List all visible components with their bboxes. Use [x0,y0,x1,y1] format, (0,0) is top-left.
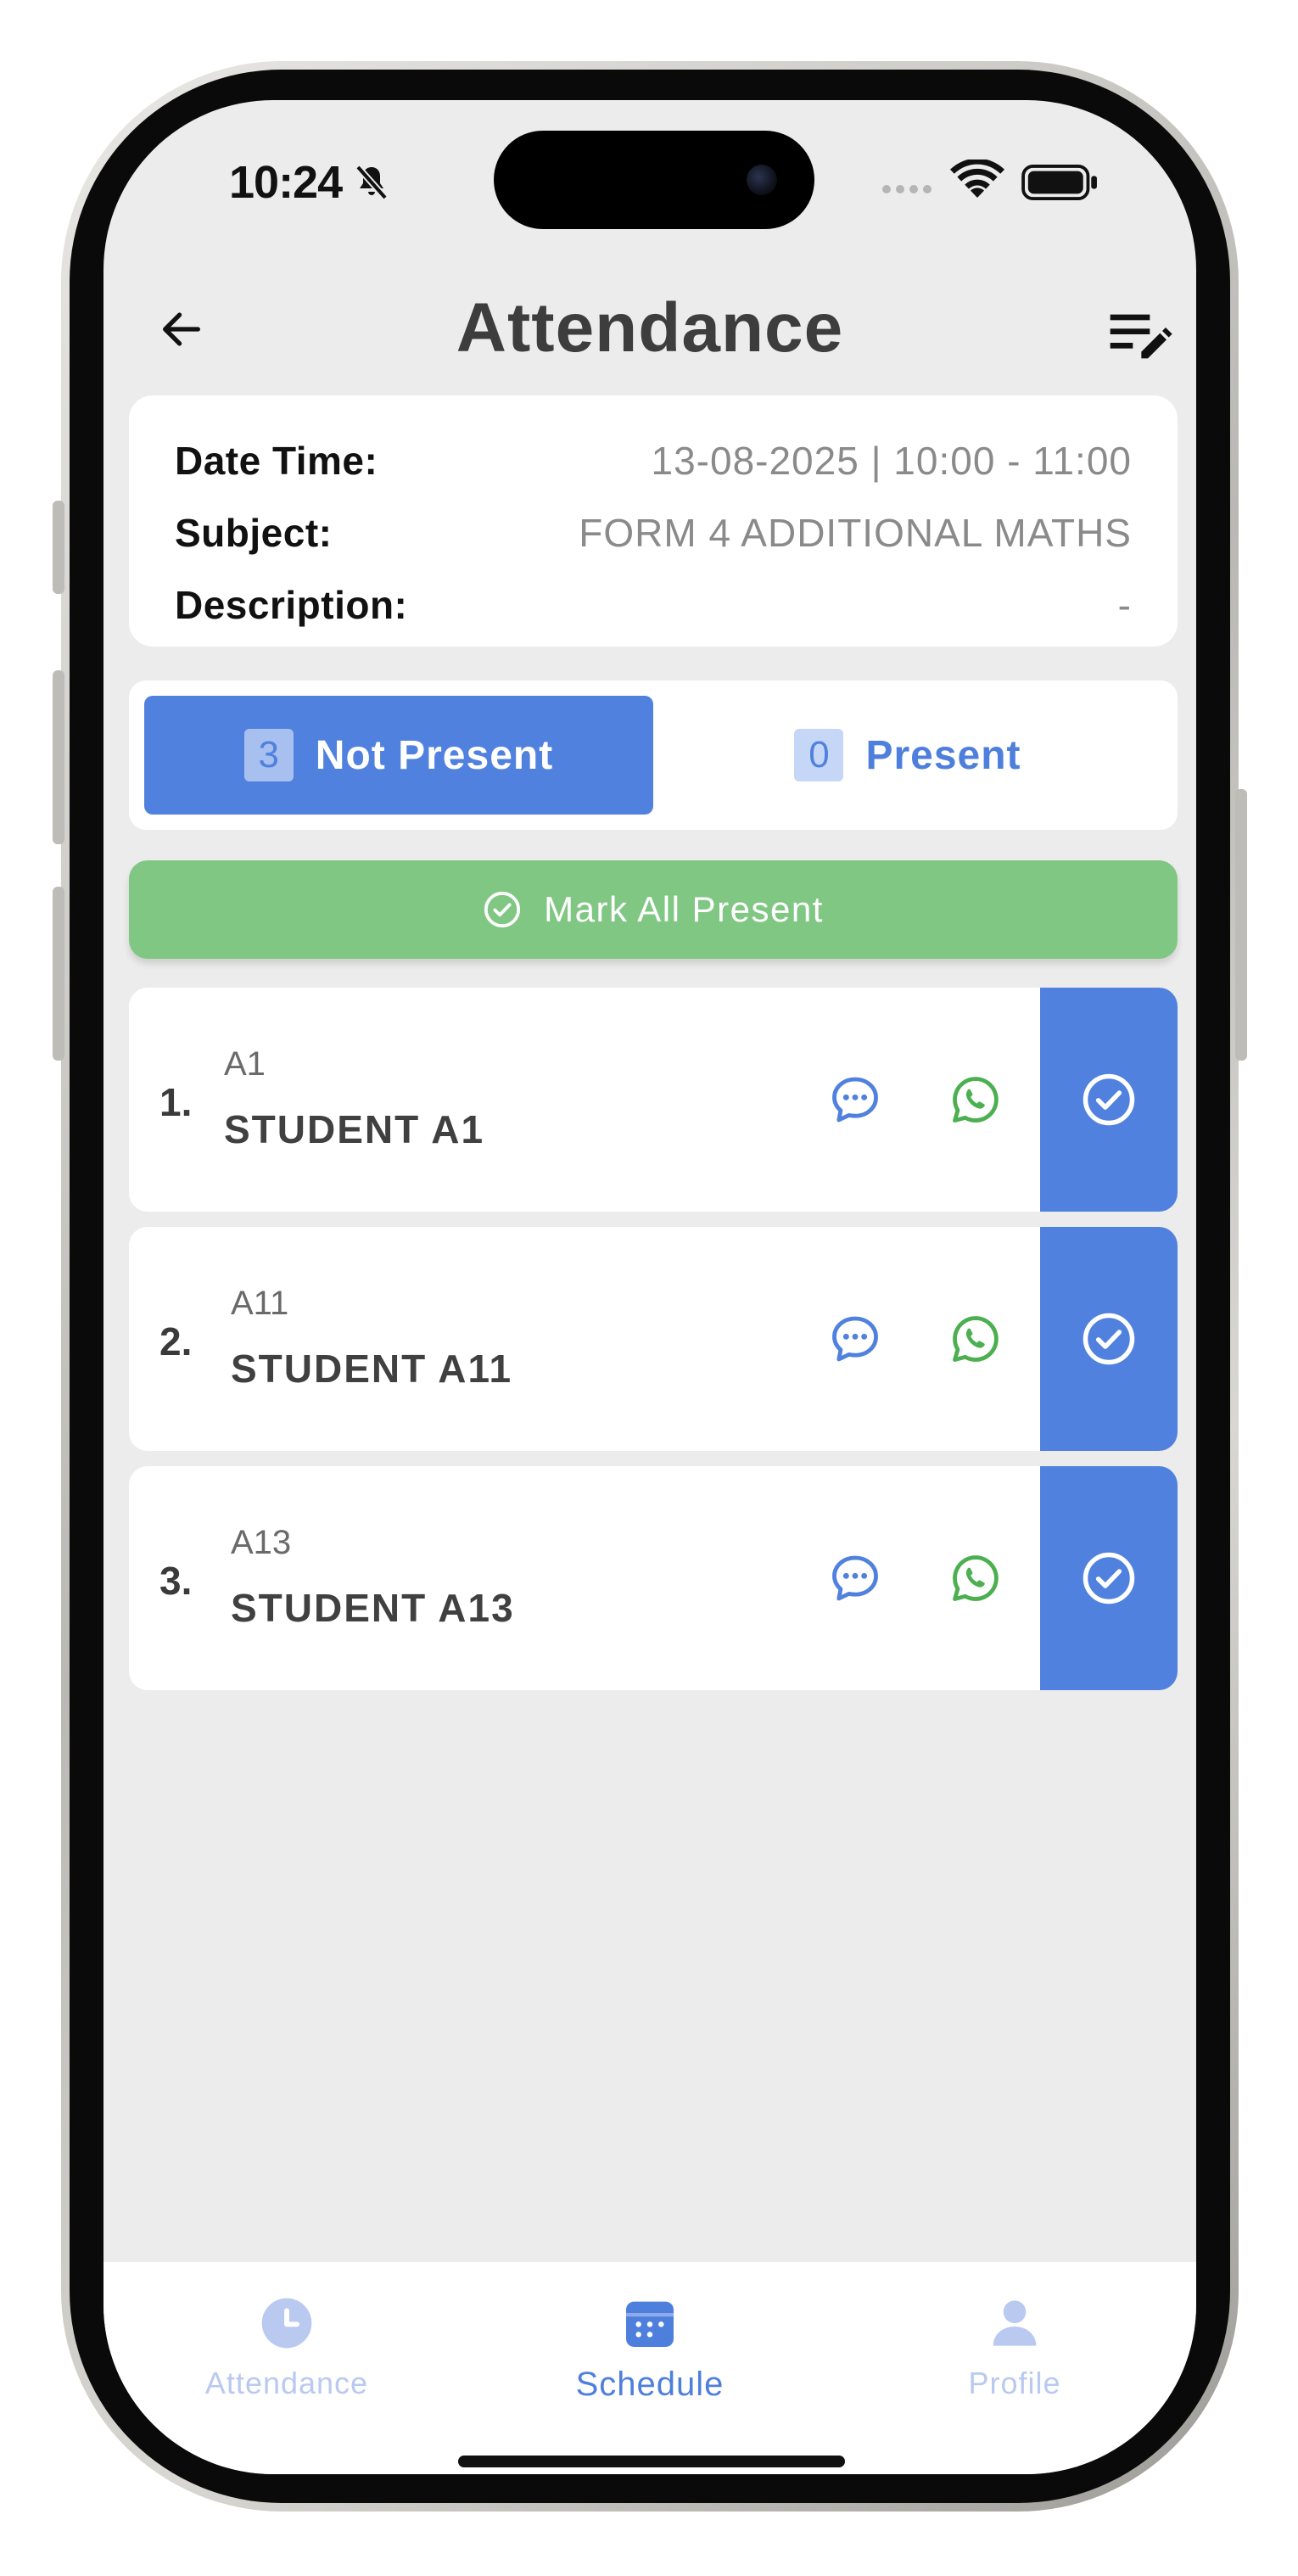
nav-item-profile[interactable]: Profile [887,2296,1142,2401]
volume-up-button [53,670,64,844]
tab-label: Present [865,732,1021,778]
student-index: 1. [159,1080,193,1124]
info-row-description: Description: - [175,568,1132,641]
info-label: Date Time: [175,438,378,483]
info-value: FORM 4 ADDITIONAL MATHS [579,510,1132,555]
battery-icon [1021,165,1097,200]
tab-label: Not Present [315,732,554,778]
info-label: Subject: [175,510,333,555]
info-value: - [1117,582,1132,627]
mark-present-button[interactable] [1040,1466,1178,1690]
whatsapp-icon[interactable] [948,1551,1003,1605]
bell-muted-icon [355,165,388,200]
nav-item-attendance[interactable]: Attendance [159,2296,414,2401]
bottom-navigation: Attendance Schedule Profile [104,2262,1196,2474]
student-row: 3. A13 STUDENT A13 [129,1466,1178,1690]
student-id: A1 [224,1045,266,1083]
wifi-icon [950,160,1004,198]
mark-present-button[interactable] [1040,988,1178,1212]
nav-label: Attendance [204,2366,369,2400]
tab-not-present[interactable]: 3 Not Present [144,696,653,815]
nav-item-schedule[interactable]: Schedule [523,2296,777,2404]
camera-lens [747,165,777,195]
mark-all-present-label: Mark All Present [544,889,824,929]
whatsapp-icon[interactable] [948,1312,1003,1366]
page-title: Attendance [456,289,844,367]
session-info-card: Date Time: 13-08-2025 | 10:00 - 11:00 Su… [129,395,1178,647]
app-screen: 10:24 Attendance Date Time: 13-08-2025 |… [104,100,1196,2474]
attendance-filter-toggle: 3 Not Present 0 Present [129,680,1178,830]
student-id: A11 [231,1285,289,1322]
whatsapp-icon[interactable] [948,1072,1003,1127]
student-name: STUDENT A11 [231,1347,513,1391]
student-row: 1. A1 STUDENT A1 [129,988,1178,1212]
home-indicator[interactable] [458,2456,845,2467]
present-count-badge: 0 [794,729,844,781]
message-icon[interactable] [828,1312,882,1366]
message-icon[interactable] [828,1072,882,1127]
student-id: A13 [231,1524,292,1561]
info-row-datetime: Date Time: 13-08-2025 | 10:00 - 11:00 [175,424,1132,496]
student-name: STUDENT A1 [224,1107,485,1151]
student-row: 2. A11 STUDENT A11 [129,1227,1178,1451]
student-index: 2. [159,1319,193,1364]
check-circle-icon [1083,1073,1135,1126]
volume-down-button [53,887,64,1061]
calendar-icon [626,2301,674,2347]
mark-present-button[interactable] [1040,1227,1178,1451]
dynamic-island [494,131,814,229]
info-label: Description: [175,582,408,627]
nav-label: Profile [968,2366,1061,2400]
silent-switch [53,501,64,594]
person-icon [993,2300,1037,2346]
edit-note-icon[interactable] [1105,300,1172,368]
tab-present[interactable]: 0 Present [653,696,1162,815]
student-index: 3. [159,1559,193,1603]
nav-label: Schedule [575,2366,725,2403]
message-icon[interactable] [828,1551,882,1605]
cellular-signal-icon [882,185,932,193]
info-row-subject: Subject: FORM 4 ADDITIONAL MATHS [175,496,1132,568]
mark-all-present-button[interactable]: Mark All Present [129,860,1178,959]
check-circle-icon [1083,1552,1135,1604]
info-value: 13-08-2025 | 10:00 - 11:00 [651,438,1132,483]
check-circle-icon [484,891,521,928]
check-circle-icon [1083,1313,1135,1365]
status-time: 10:24 [229,157,343,208]
power-button [1235,789,1247,1061]
clock-icon [261,2298,312,2349]
student-name: STUDENT A13 [231,1586,515,1630]
not-present-count-badge: 3 [243,729,294,781]
